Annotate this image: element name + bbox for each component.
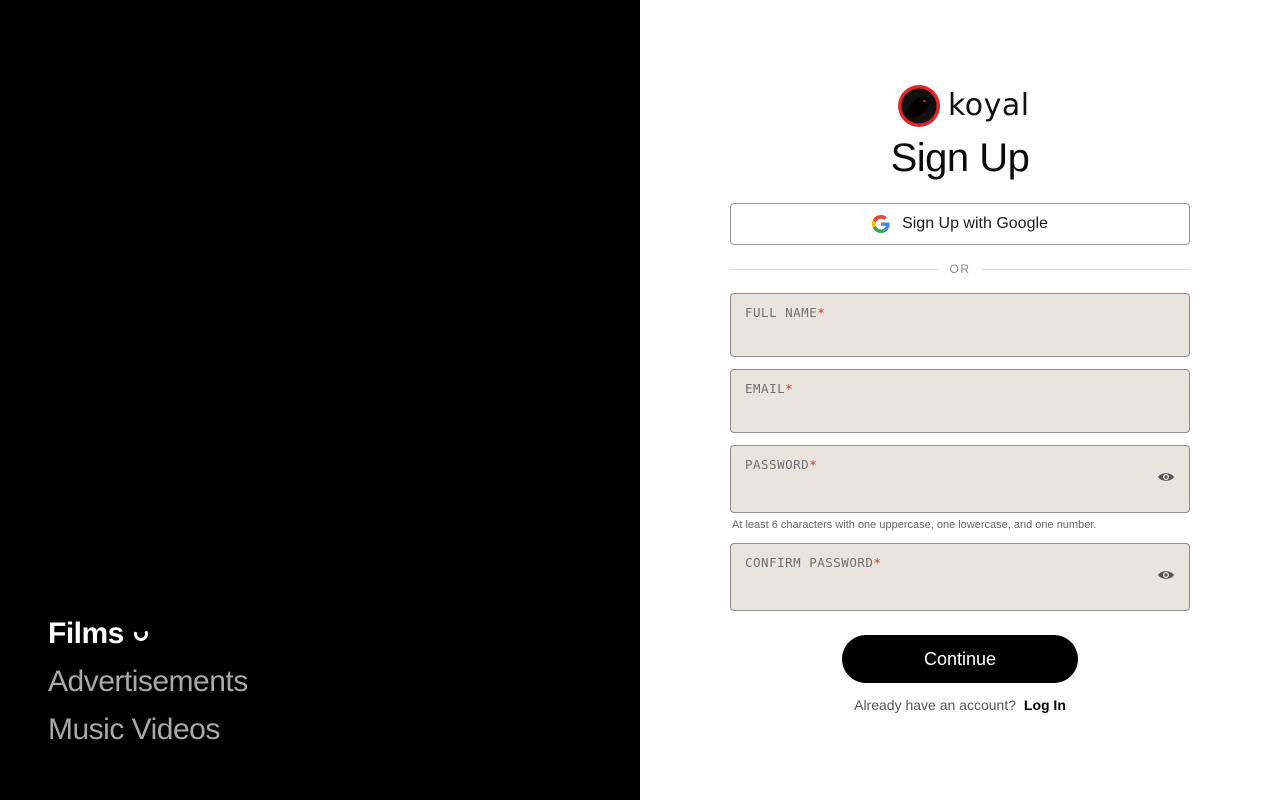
category-label: Advertisements [48, 665, 248, 698]
required-mark: * [785, 381, 794, 396]
required-mark: * [817, 305, 826, 320]
spinner-icon [133, 627, 148, 641]
login-prompt-text: Already have an account? [854, 697, 1016, 713]
login-prompt: Already have an account? Log In [640, 697, 1280, 713]
required-mark: * [873, 555, 882, 570]
brand-name: koyal [948, 88, 1030, 123]
raven-logo-icon [898, 85, 940, 127]
divider-line [982, 269, 1190, 270]
category-music-videos[interactable]: Music Videos [48, 706, 248, 754]
required-mark: * [809, 457, 818, 472]
confirm-password-label: CONFIRM PASSWORD* [745, 555, 882, 570]
full-name-label: FULL NAME* [745, 305, 826, 320]
category-advertisements[interactable]: Advertisements [48, 658, 248, 706]
password-label: PASSWORD* [745, 457, 818, 472]
confirm-password-input[interactable] [745, 576, 1145, 598]
google-icon [872, 215, 890, 233]
page-title: Sign Up [890, 136, 1030, 180]
login-link[interactable]: Log In [1024, 697, 1066, 713]
category-label: Music Videos [48, 713, 220, 746]
password-field[interactable]: PASSWORD* [730, 445, 1190, 513]
category-label: Films [48, 617, 124, 650]
continue-button[interactable]: Continue [842, 635, 1078, 683]
email-label: EMAIL* [745, 381, 794, 396]
google-signup-button[interactable]: Sign Up with Google [730, 203, 1190, 245]
category-films[interactable]: Films [48, 610, 248, 658]
full-name-input[interactable] [745, 326, 1145, 348]
google-button-label: Sign Up with Google [902, 215, 1048, 232]
full-name-field[interactable]: FULL NAME* [730, 293, 1190, 357]
show-confirm-password-eye-icon[interactable] [1157, 568, 1175, 582]
category-list: Films Advertisements Music Videos [48, 610, 248, 754]
password-input[interactable] [745, 478, 1145, 500]
confirm-password-field[interactable]: CONFIRM PASSWORD* [730, 543, 1190, 611]
signup-panel: koyal Sign Up Sign Up with Google OR FUL… [640, 0, 1280, 800]
email-field[interactable]: EMAIL* [730, 369, 1190, 433]
brand-logo: koyal [897, 84, 1030, 128]
or-divider: OR [730, 260, 1190, 278]
password-hint: At least 6 characters with one uppercase… [732, 519, 1097, 531]
email-input[interactable] [745, 402, 1145, 424]
left-hero-panel: Films Advertisements Music Videos [0, 0, 640, 800]
show-password-eye-icon[interactable] [1157, 470, 1175, 484]
